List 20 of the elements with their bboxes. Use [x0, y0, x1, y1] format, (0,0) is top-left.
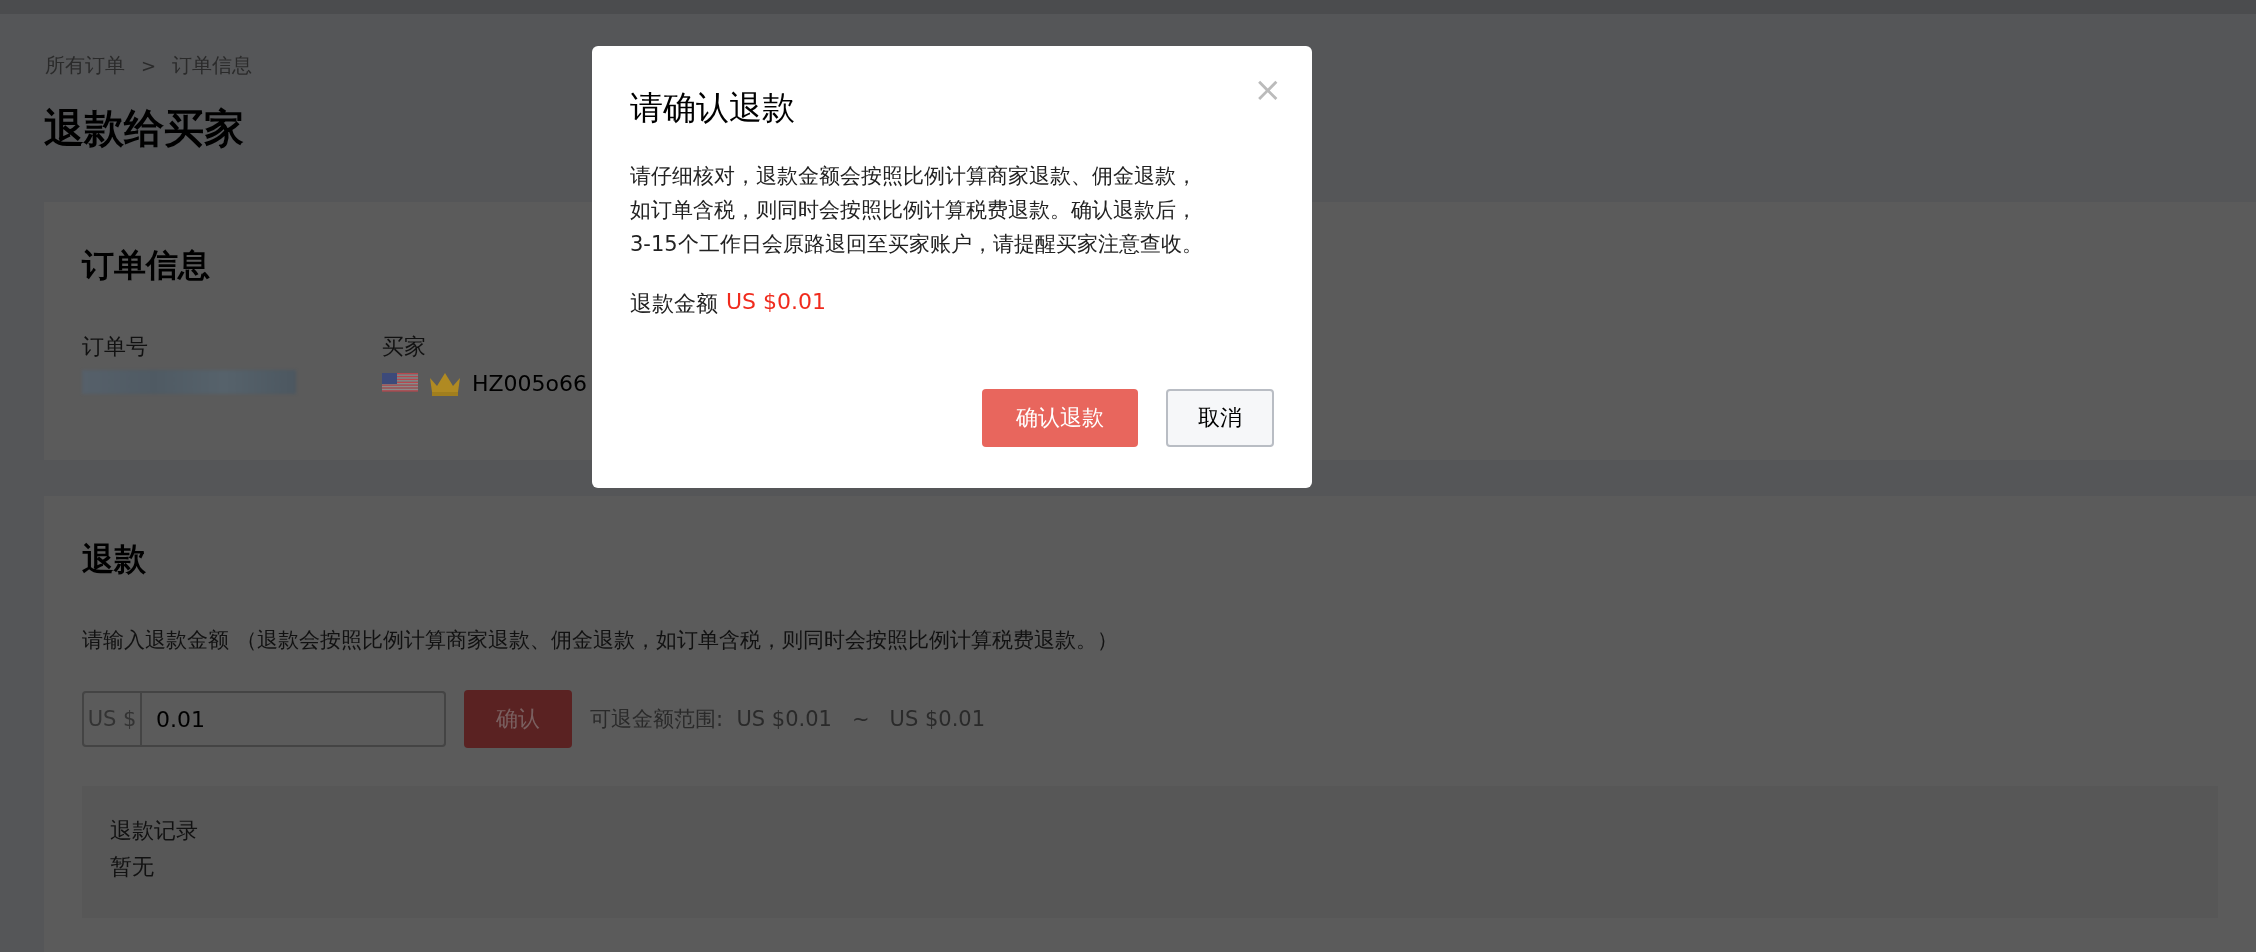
close-button[interactable]: ×: [1253, 72, 1282, 106]
records-empty: 暂无: [110, 853, 154, 881]
breadcrumb-separator: >: [141, 55, 157, 76]
amount-label: 退款金额: [630, 290, 718, 318]
section-title: 订单信息: [82, 245, 210, 286]
page-title: 退款给买家: [44, 104, 244, 153]
dialog-message: 请仔细核对，退款金额会按照比例计算商家退款、佣金退款，如订单含税，则同时会按照比例计算税费退款。确认退款后，3-15个工作日会原路退回至买家账户，请提醒买家注意查收。: [630, 163, 1204, 258]
amount-value: US $0.01: [726, 289, 827, 316]
confirm-refund-button[interactable]: 确认退款: [982, 389, 1138, 447]
refund-instruction: 请输入退款金额 （退款会按照比例计算商家退款、佣金退款，如订单含税，则同时会按照比例计算税费退款。）: [82, 627, 1118, 654]
dialog-title: 请确认退款: [630, 87, 795, 129]
field-label: 买家: [382, 333, 426, 361]
cancel-button[interactable]: 取消: [1166, 389, 1274, 447]
amount-input[interactable]: 0.01: [142, 693, 444, 745]
us-flag-icon: [382, 373, 418, 393]
confirm-button[interactable]: 确认: [464, 690, 572, 748]
field-label: 订单号: [82, 333, 148, 361]
buyer-name: HZ005o66: [472, 370, 588, 396]
section-title: 退款: [82, 539, 146, 580]
records-title: 退款记录: [110, 817, 198, 845]
